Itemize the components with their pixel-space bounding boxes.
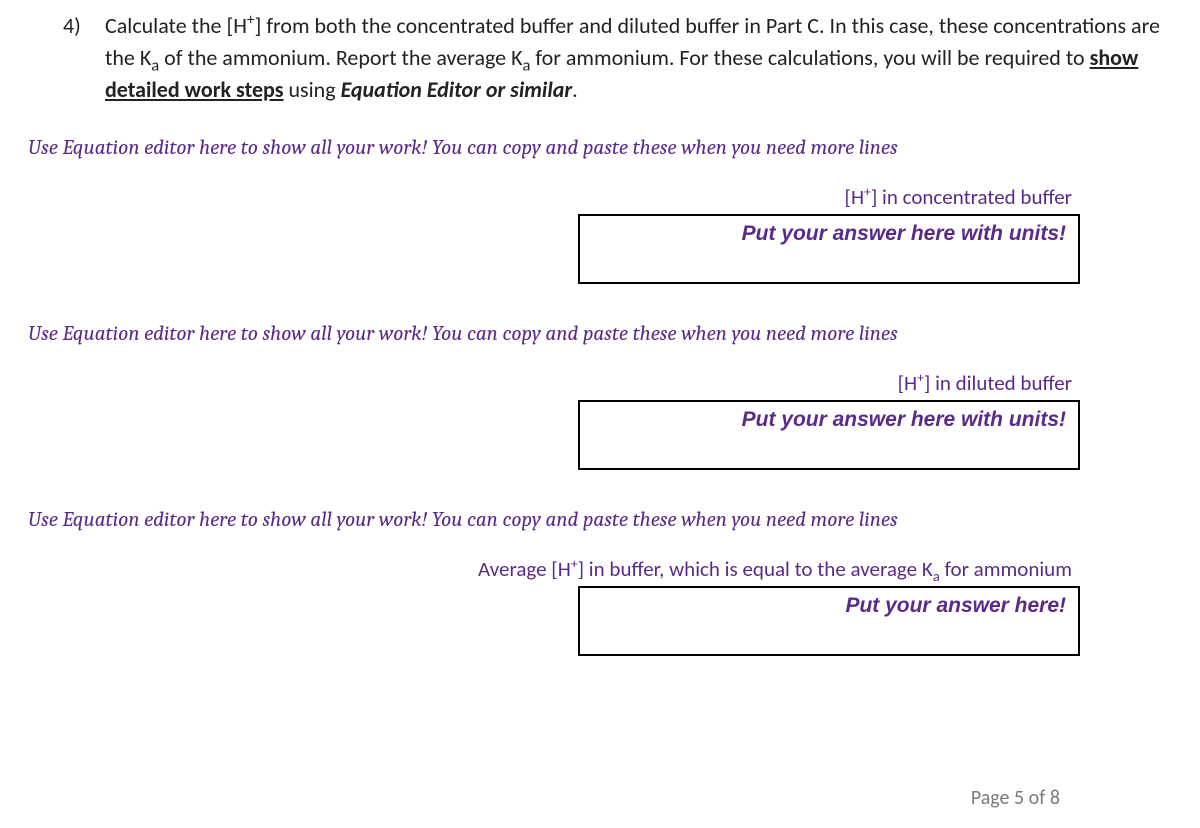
superscript-plus: +: [864, 183, 871, 200]
q-seg: of the ammonium. Report the average K: [159, 44, 522, 71]
footer-prefix: Page: [971, 786, 1014, 810]
q-seg: Calculate the [H: [105, 12, 247, 39]
question-number: 4): [63, 10, 103, 106]
label-seg: ] in concentrated buffer: [871, 184, 1072, 210]
instruction-text-2: Use Equation editor here to show all you…: [28, 322, 1172, 346]
superscript-plus: +: [917, 369, 924, 386]
label-seg: ] in diluted buffer: [924, 370, 1072, 396]
label-seg: ] in buffer, which is equal to the avera…: [578, 556, 933, 582]
answer-label-3: Average [H+] in buffer, which is equal t…: [28, 556, 1172, 582]
question-text: Calculate the [H+] from both the concent…: [105, 12, 1160, 103]
answer-block-1: [H+] in concentrated buffer Put your ans…: [28, 184, 1172, 284]
page-footer: Page 5 of 8: [971, 786, 1060, 810]
footer-total-pages: 8: [1050, 786, 1060, 810]
instruction-text-3: Use Equation editor here to show all you…: [28, 508, 1172, 532]
q-bolditalic: Equation Editor or similar: [341, 76, 573, 103]
answer-box-wrap: Put your answer here with units!: [28, 214, 1172, 284]
answer-block-3: Average [H+] in buffer, which is equal t…: [28, 556, 1172, 656]
label-seg: [H: [898, 370, 918, 396]
question-4: 4) Calculate the [H+] from both the conc…: [28, 10, 1172, 106]
label-seg: for ammonium: [940, 556, 1072, 582]
q-seg: using: [284, 76, 341, 103]
q-seg: .: [572, 76, 578, 103]
answer-label-1: [H+] in concentrated buffer: [28, 184, 1172, 210]
answer-label-2: [H+] in diluted buffer: [28, 370, 1172, 396]
instruction-text-1: Use Equation editor here to show all you…: [28, 136, 1172, 160]
answer-block-2: [H+] in diluted buffer Put your answer h…: [28, 370, 1172, 470]
label-seg: Average [H: [478, 556, 571, 582]
answer-input-3[interactable]: Put your answer here!: [578, 586, 1080, 656]
answer-input-2[interactable]: Put your answer here with units!: [578, 400, 1080, 470]
answer-box-wrap: Put your answer here!: [28, 586, 1172, 656]
subscript-a: a: [933, 567, 940, 585]
q-seg: for ammonium. For these calculations, yo…: [530, 44, 1089, 71]
footer-of: of: [1024, 786, 1050, 810]
question-body: Calculate the [H+] from both the concent…: [103, 10, 1172, 106]
superscript-plus: +: [247, 11, 255, 30]
label-seg: [H: [845, 184, 865, 210]
footer-current-page: 5: [1014, 786, 1024, 810]
subscript-a: a: [151, 55, 159, 75]
answer-input-1[interactable]: Put your answer here with units!: [578, 214, 1080, 284]
superscript-plus: +: [571, 555, 578, 572]
answer-box-wrap: Put your answer here with units!: [28, 400, 1172, 470]
